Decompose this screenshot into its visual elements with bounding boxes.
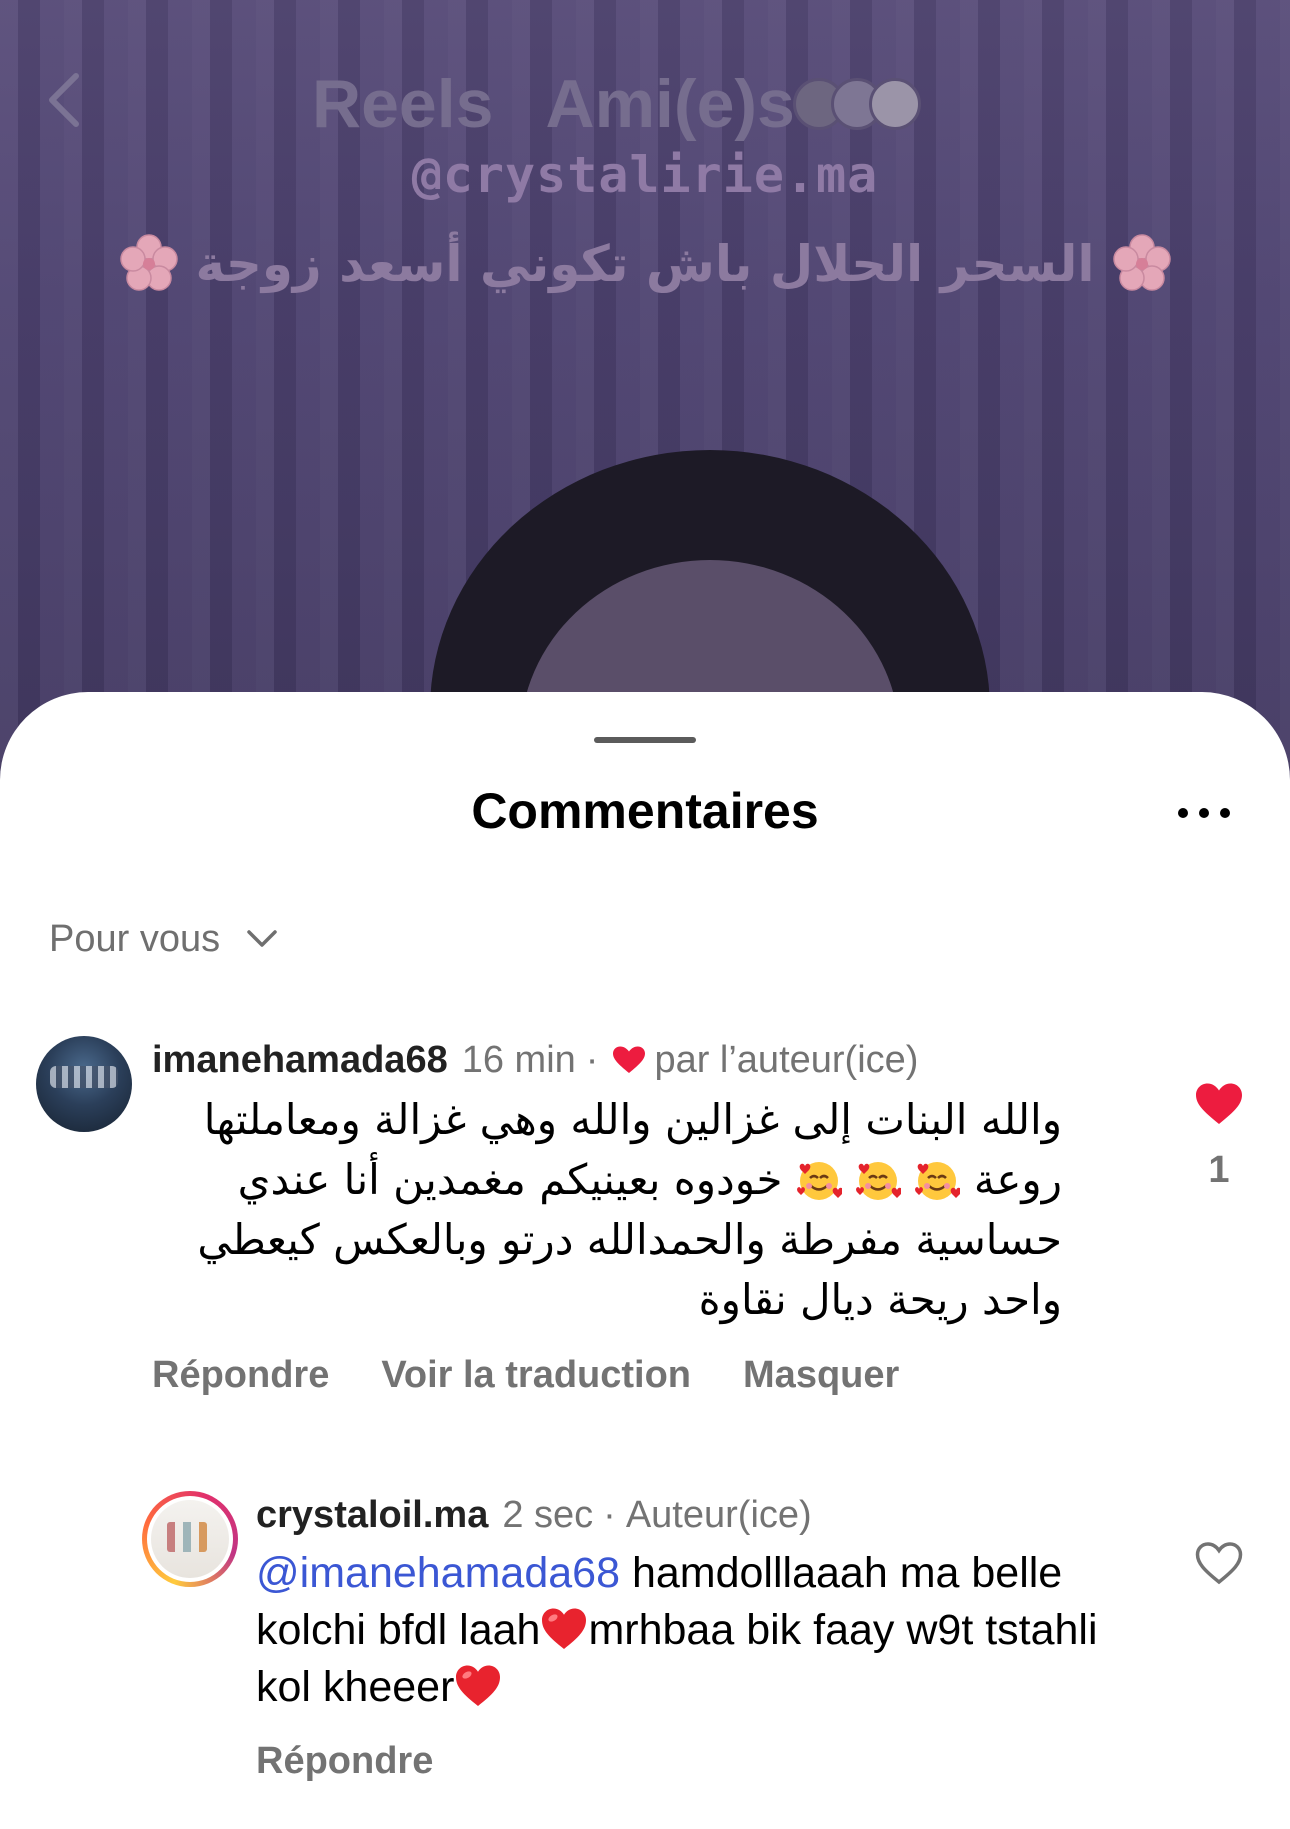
comment-like-control — [1194, 1540, 1244, 1586]
tab-reels[interactable]: Reels — [312, 65, 493, 143]
see-translation-button[interactable]: Voir la traduction — [381, 1354, 691, 1397]
heart-filled-icon[interactable] — [1194, 1081, 1244, 1127]
cherry-blossom-icon — [118, 233, 180, 295]
comment-reply-item: crystaloil.ma 2 sec · Auteur(ice) @imane… — [142, 1491, 1156, 1783]
friends-avatars[interactable] — [792, 78, 921, 130]
smiling-face-with-hearts-icon — [915, 1162, 961, 1200]
comment-item: imanehamada68 16 min · par l’auteur(ice)… — [36, 1036, 1092, 1397]
reel-overlay-caption: السحر الحلال باش تكوني أسعد زوجة — [100, 224, 1190, 304]
comment-text-line: واحد ريحة ديال نقاوة — [698, 1275, 1062, 1324]
reply-button[interactable]: Répondre — [152, 1354, 329, 1397]
author-avatar[interactable] — [142, 1491, 238, 1587]
comment-sort-dropdown[interactable]: Pour vous — [49, 914, 278, 964]
reel-overlay-handle: @crystalirie.ma — [411, 146, 879, 204]
sheet-grabber-handle[interactable] — [594, 737, 696, 743]
smiling-face-with-hearts-icon — [796, 1162, 842, 1200]
reel-top-nav: Reels Ami(e)s — [312, 64, 921, 144]
heart-outline-icon[interactable] — [1194, 1540, 1244, 1586]
comment-text: والله البنات إلى غزالين والله وهي غزالة … — [152, 1090, 1062, 1330]
reel-video-background[interactable]: Reels Ami(e)s @crystalirie.ma السحر الحل… — [0, 0, 1290, 760]
comment-time: 2 sec — [502, 1494, 594, 1536]
cherry-blossom-icon — [1111, 233, 1173, 295]
more-options-icon[interactable] — [1178, 808, 1230, 822]
comment-username[interactable]: imanehamada68 — [152, 1036, 448, 1084]
sheet-title: Commentaires — [471, 783, 819, 839]
chevron-down-icon — [247, 930, 277, 947]
comment-text-line: روعة خودوه بعينيكم مغمدين أنا عندي — [237, 1155, 1062, 1204]
comment-text-line: حساسية مفرطة والحمدالله درتو وبالعكس كيع… — [197, 1215, 1062, 1264]
comment-time: 16 min — [461, 1039, 576, 1081]
hide-button[interactable]: Masquer — [743, 1354, 899, 1397]
red-heart-icon — [542, 1608, 587, 1649]
commenter-avatar[interactable] — [36, 1036, 132, 1132]
author-role-label: Auteur(ice) — [625, 1494, 812, 1536]
tab-friends[interactable]: Ami(e)s — [545, 65, 794, 143]
heart-icon — [613, 1046, 646, 1073]
reply-button[interactable]: Répondre — [256, 1740, 433, 1783]
comments-sheet: Commentaires Pour vous imanehamada68 16 … — [0, 692, 1290, 1829]
liked-by-author-label: par l’auteur(ice) — [654, 1039, 919, 1081]
reel-overlay-text: السحر الحلال باش تكوني أسعد زوجة — [195, 235, 1095, 293]
red-heart-icon — [456, 1665, 501, 1706]
like-count: 1 — [1208, 1149, 1230, 1191]
comment-text: @imanehamada68 hamdolllaaah ma belle kol… — [256, 1549, 1098, 1711]
smiling-face-with-hearts-icon — [856, 1162, 902, 1200]
mention-link[interactable]: @imanehamada68 — [256, 1549, 620, 1597]
back-chevron-icon[interactable] — [44, 70, 94, 130]
comment-like-control: 1 — [1194, 1081, 1244, 1192]
comment-text-line: والله البنات إلى غزالين والله وهي غزالة … — [203, 1095, 1062, 1144]
friend-avatar — [868, 78, 921, 130]
comment-username[interactable]: crystaloil.ma — [256, 1491, 488, 1539]
sort-label: Pour vous — [49, 917, 221, 960]
